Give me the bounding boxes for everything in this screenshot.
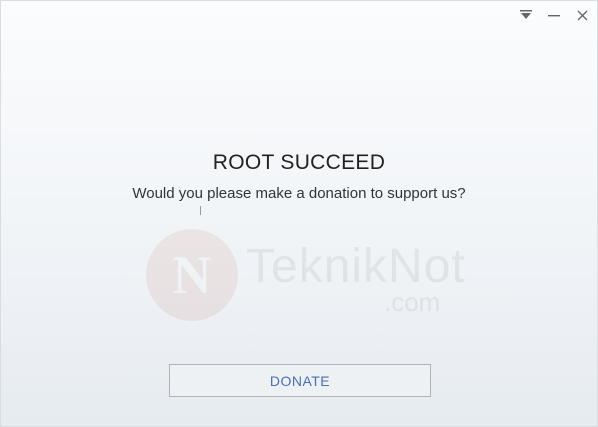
app-window: N TeknikNot .com ROOT SUCCEED Would you …	[0, 0, 598, 427]
close-icon	[577, 10, 587, 20]
minimize-button[interactable]	[545, 7, 563, 23]
watermark-brand: TeknikNot	[246, 240, 466, 293]
minimize-icon	[548, 15, 560, 17]
watermark-suffix: .com	[384, 287, 441, 317]
close-button[interactable]	[573, 7, 591, 23]
dialog-title: ROOT SUCCEED	[212, 151, 386, 174]
watermark-logo: N TeknikNot .com	[146, 229, 466, 324]
dropdown-button[interactable]	[517, 7, 535, 23]
dropdown-icon	[520, 10, 532, 19]
watermark-circle: N	[146, 229, 238, 321]
dialog-message: Would you please make a donation to supp…	[132, 185, 466, 202]
window-controls	[517, 7, 591, 23]
text-caret	[200, 206, 201, 215]
donate-button[interactable]: DONATE	[169, 364, 431, 397]
